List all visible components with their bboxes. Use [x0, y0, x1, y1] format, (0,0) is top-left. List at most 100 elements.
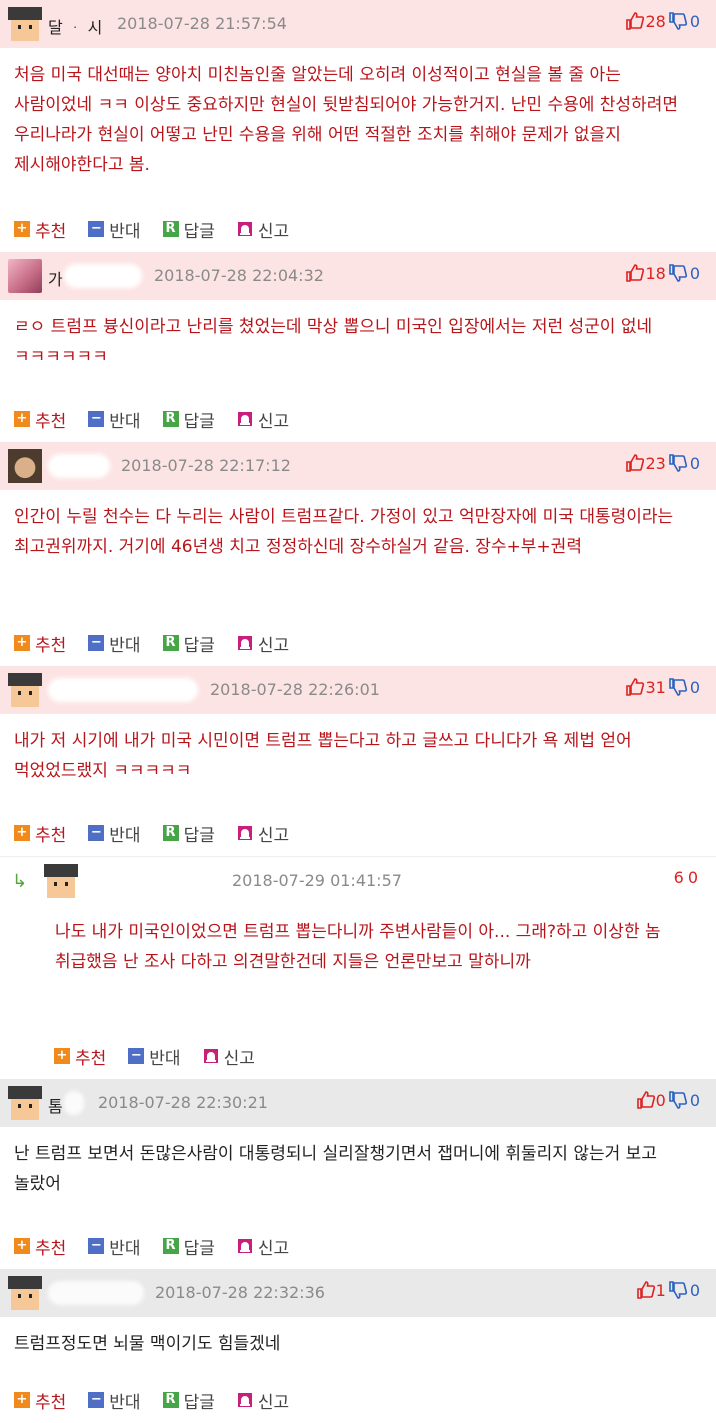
down-count: 0	[689, 11, 700, 31]
comment-header: 가 2018-07-28 22:04:32 18 0	[0, 252, 716, 300]
thumb-up-icon[interactable]	[636, 1090, 656, 1110]
avatar[interactable]	[8, 1086, 42, 1120]
oppose-button[interactable]: − 반대	[88, 821, 141, 846]
reply-button[interactable]: R 답글	[162, 1388, 215, 1413]
redacted-name	[48, 454, 110, 478]
comment-header: 2018-07-28 22:17:12 23 0	[0, 442, 716, 490]
comment-date: 2018-07-28 22:17:12	[121, 456, 291, 475]
siren-icon	[203, 1049, 218, 1063]
nickname[interactable]: 톰	[48, 1093, 63, 1117]
comment-text: 난 트럼프 보면서 돈많은사람이 대통령되니 실리잘챙기면서 잽머니에 휘둘리지…	[14, 1144, 657, 1194]
avatar[interactable]	[8, 449, 42, 483]
up-count: 31	[645, 677, 666, 697]
thumb-down-icon[interactable]	[668, 1090, 688, 1110]
reply-button[interactable]: R 답글	[162, 1234, 215, 1259]
oppose-button[interactable]: − 반대	[88, 1234, 141, 1259]
thumb-up-icon[interactable]	[625, 263, 645, 283]
avatar[interactable]	[44, 864, 78, 898]
recommend-button[interactable]: + 추천	[14, 407, 66, 432]
comment-actions: + 추천 − 반대 R 답글 신고	[0, 1223, 716, 1269]
report-button[interactable]: 신고	[237, 1234, 289, 1259]
comment-actions: + 추천 − 반대 R 답글 신고	[0, 396, 716, 442]
thumb-down-icon[interactable]	[668, 1280, 688, 1300]
plus-icon: +	[14, 825, 30, 841]
vote-counts: 6 0	[674, 868, 698, 887]
redacted-name	[64, 1091, 84, 1115]
minus-icon: −	[128, 1048, 145, 1064]
comment-header: 달 ᆞ 시 2018-07-28 21:57:54 28 0	[0, 0, 716, 48]
nickname[interactable]: 달 ᆞ 시	[48, 14, 102, 38]
report-button[interactable]: 신고	[237, 1388, 289, 1413]
comment-text: 나도 내가 미국인이었으면 트럼프 뽑는다니까 주변사람듵이 아... 그래?하…	[55, 922, 661, 972]
vote-counts: 23 0	[625, 453, 700, 473]
recommend-button[interactable]: + 추천	[14, 631, 66, 656]
oppose-button[interactable]: − 반대	[88, 217, 141, 242]
minus-icon: −	[88, 1392, 105, 1408]
avatar[interactable]	[8, 259, 42, 293]
oppose-button[interactable]: − 반대	[88, 631, 141, 656]
avatar[interactable]	[8, 673, 42, 707]
report-button[interactable]: 신고	[237, 631, 289, 656]
comment-header: 2018-07-28 22:26:01 31 0	[0, 666, 716, 714]
recommend-label: 추천	[35, 411, 67, 432]
report-label: 신고	[223, 1048, 255, 1069]
comment: 2018-07-28 22:17:12 23 0 인간이 누릴 천수는 다 누리…	[0, 442, 716, 666]
down-count: 0	[689, 263, 700, 283]
thumb-down-icon[interactable]	[668, 11, 688, 31]
reply-button[interactable]: R 답글	[162, 631, 215, 656]
comment: 2018-07-28 22:26:01 31 0 내가 저 시기에 내가 미국 …	[0, 666, 716, 856]
recommend-label: 추천	[35, 635, 67, 656]
up-count: 28	[645, 11, 666, 31]
down-count: 0	[689, 453, 700, 473]
oppose-label: 반대	[109, 635, 141, 656]
recommend-button[interactable]: + 추천	[14, 1388, 66, 1413]
minus-icon: −	[88, 221, 105, 237]
report-button[interactable]: 신고	[203, 1044, 255, 1069]
recommend-label: 추천	[35, 221, 67, 242]
report-button[interactable]: 신고	[237, 217, 289, 242]
reply-button[interactable]: R 답글	[162, 217, 215, 242]
oppose-label: 반대	[109, 411, 141, 432]
vote-counts: 31 0	[625, 677, 700, 697]
avatar[interactable]	[8, 1276, 42, 1310]
comment: 달 ᆞ 시 2018-07-28 21:57:54 28 0 처음 미국 대선때…	[0, 0, 716, 252]
up-count: 23	[645, 453, 666, 473]
reply-label: 답글	[183, 635, 215, 656]
thumb-down-icon[interactable]	[668, 677, 688, 697]
recommend-button[interactable]: + 추천	[54, 1044, 106, 1069]
report-button[interactable]: 신고	[237, 407, 289, 432]
thumb-up-icon[interactable]	[625, 11, 645, 31]
comment: 톰 2018-07-28 22:30:21 0 0 난 트럼프 보면서 돈많은사…	[0, 1079, 716, 1269]
oppose-button[interactable]: − 반대	[128, 1044, 181, 1069]
plus-icon: +	[14, 635, 30, 651]
avatar[interactable]	[8, 7, 42, 41]
down-count: 0	[689, 677, 700, 697]
vote-counts: 1 0	[636, 1280, 700, 1300]
thumb-down-icon[interactable]	[668, 263, 688, 283]
thumb-up-icon[interactable]	[636, 1280, 656, 1300]
reply-label: 답글	[183, 1392, 215, 1413]
reply-icon: R	[162, 411, 179, 427]
reply-button[interactable]: R 답글	[162, 407, 215, 432]
minus-icon: −	[88, 1238, 105, 1254]
vote-counts: 18 0	[625, 263, 700, 283]
reply-button[interactable]: R 답글	[162, 821, 215, 846]
recommend-button[interactable]: + 추천	[14, 1234, 66, 1259]
report-button[interactable]: 신고	[237, 821, 289, 846]
comment-header: ↳ 2018-07-29 01:41:57 6 0	[0, 857, 716, 905]
oppose-button[interactable]: − 반대	[88, 407, 141, 432]
plus-icon: +	[14, 1238, 30, 1254]
thumb-down-icon[interactable]	[668, 453, 688, 473]
nickname[interactable]: 가	[48, 266, 63, 290]
thumb-up-icon[interactable]	[625, 677, 645, 697]
recommend-button[interactable]: + 추천	[14, 821, 66, 846]
siren-icon	[237, 412, 252, 426]
oppose-button[interactable]: − 반대	[88, 1388, 141, 1413]
plus-icon: +	[14, 1392, 30, 1408]
thumb-up-icon[interactable]	[625, 453, 645, 473]
siren-icon	[237, 222, 252, 236]
comment-date: 2018-07-28 22:04:32	[154, 266, 324, 285]
oppose-label: 반대	[109, 1392, 141, 1413]
oppose-label: 반대	[109, 221, 141, 242]
recommend-button[interactable]: + 추천	[14, 217, 66, 242]
